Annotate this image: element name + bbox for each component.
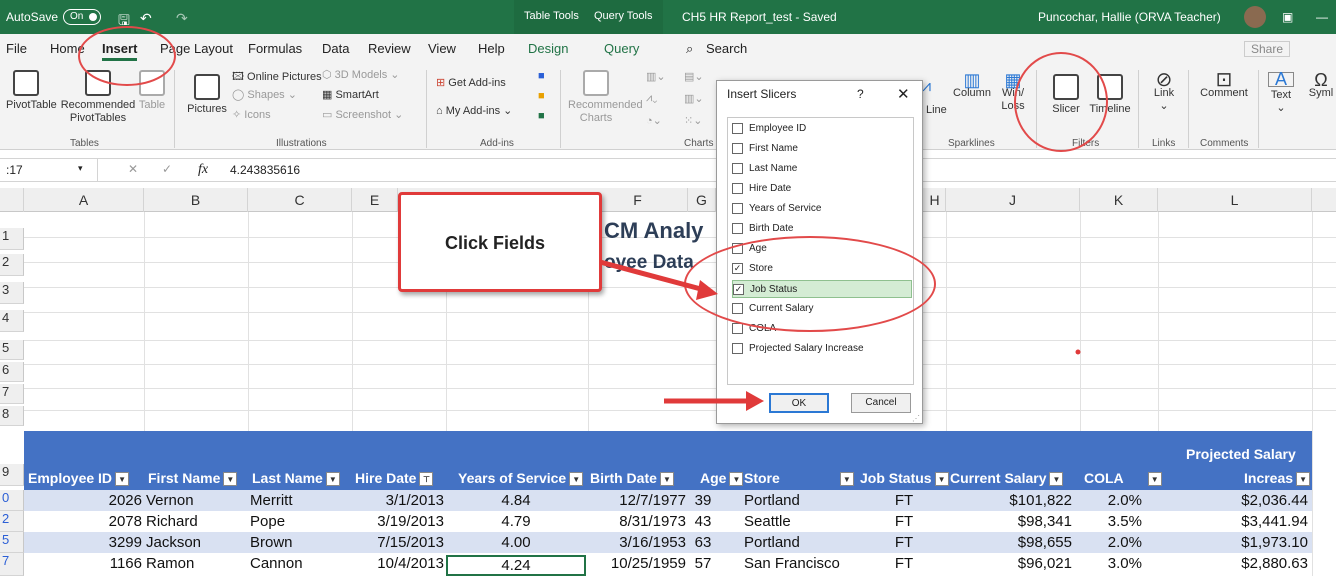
arrow-to-fields <box>599 259 713 295</box>
dot-mark <box>1075 349 1081 355</box>
arrowhead-icon <box>696 280 718 300</box>
annotation-arrows <box>599 259 1081 411</box>
arrowhead-icon <box>746 391 764 411</box>
